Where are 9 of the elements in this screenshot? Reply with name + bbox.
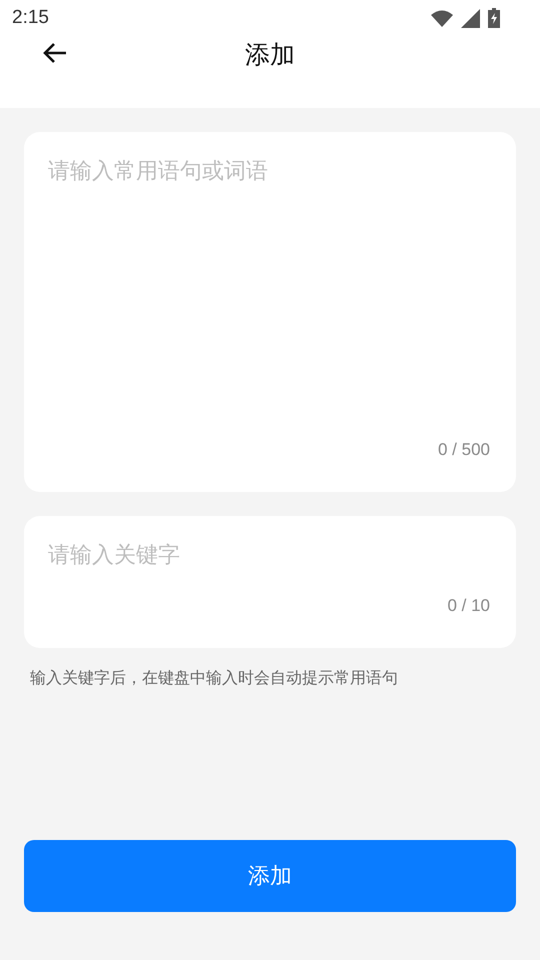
add-button[interactable]: 添加 <box>24 840 516 912</box>
status-time: 2:15 <box>12 7 49 29</box>
hint-text: 输入关键字后，在键盘中输入时会自动提示常用语句 <box>30 668 399 689</box>
page-title: 添加 <box>245 38 295 70</box>
wifi-icon <box>431 10 453 26</box>
battery-icon <box>488 8 500 28</box>
signal-icon <box>461 8 480 28</box>
character-counter: 0 / 10 <box>447 596 490 616</box>
character-counter: 0 / 500 <box>438 440 490 460</box>
